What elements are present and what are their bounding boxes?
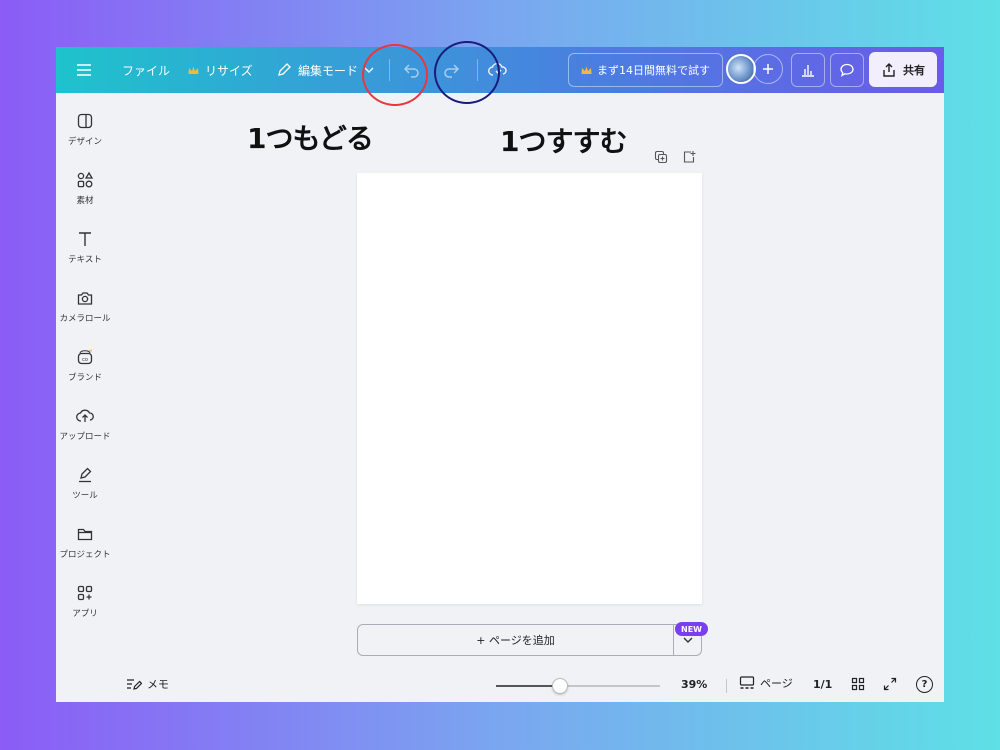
sidebar-item-text[interactable]: テキスト	[56, 230, 114, 280]
free-trial-button[interactable]: まず14日間無料で試す	[568, 53, 723, 87]
undo-annotation-text: 1つもどる	[247, 122, 374, 155]
text-icon	[79, 232, 91, 246]
svg-text:co: co	[82, 357, 88, 363]
page-actions	[654, 150, 696, 164]
bottom-toolbar: メモ 39% ページ 1/1 ?	[56, 672, 944, 700]
resize-label: リサイズ	[205, 63, 253, 78]
pages-button[interactable]: ページ	[739, 675, 793, 691]
notes-icon	[127, 679, 142, 690]
bar-chart-icon	[802, 65, 814, 77]
insights-button[interactable]	[791, 53, 825, 87]
redo-annotation-text: 1つすすむ	[500, 125, 627, 158]
zoom-level[interactable]: 39%	[681, 678, 707, 691]
edit-mode-button[interactable]: 編集モード	[276, 47, 374, 93]
sidebar-item-apps[interactable]: アプリ	[56, 584, 114, 634]
share-label: 共有	[903, 63, 925, 77]
sidebar-item-design[interactable]: デザイン	[56, 112, 114, 162]
crown-icon	[188, 66, 199, 74]
pages-label: ページ	[760, 677, 793, 690]
edit-mode-label: 編集モード	[298, 63, 359, 78]
menu-button[interactable]	[76, 47, 98, 93]
share-icon	[883, 62, 895, 77]
file-menu-button[interactable]: ファイル	[122, 47, 170, 93]
comments-button[interactable]	[830, 53, 864, 87]
design-icon	[77, 113, 93, 129]
sidebar-item-projects[interactable]: プロジェクト	[56, 525, 114, 575]
tools-icon	[79, 467, 92, 483]
sidebar-item-label: アプリ	[72, 609, 98, 619]
upload-icon	[76, 409, 94, 422]
bottom-divider	[726, 679, 727, 693]
expand-icon	[883, 677, 897, 691]
hamburger-icon	[77, 64, 91, 76]
undo-highlight-circle	[362, 44, 428, 106]
comment-icon	[840, 63, 854, 77]
add-collaborator-button[interactable]	[753, 54, 783, 84]
camera-icon	[77, 292, 93, 305]
grid-view-button[interactable]	[851, 677, 865, 694]
folder-icon	[77, 528, 93, 541]
zoom-slider-handle[interactable]	[551, 678, 568, 694]
sidebar-item-label: プロジェクト	[59, 550, 111, 560]
design-page[interactable]	[357, 173, 702, 604]
sidebar-item-tools[interactable]: ツール	[56, 466, 114, 516]
crown-icon	[581, 66, 592, 74]
sidebar: デザイン 素材 テキスト カメラロール co ブランド アップロード ツール プ	[56, 93, 114, 702]
new-badge: NEW	[675, 622, 708, 636]
sidebar-item-label: 素材	[76, 196, 94, 206]
zoom-slider-fill	[496, 685, 560, 687]
sidebar-item-label: ツール	[72, 491, 98, 501]
chevron-down-icon	[683, 637, 692, 643]
notes-label: メモ	[147, 678, 169, 691]
plus-icon	[763, 64, 773, 74]
sidebar-item-camera-roll[interactable]: カメラロール	[56, 289, 114, 339]
pages-icon	[739, 676, 755, 689]
elements-icon	[77, 171, 94, 188]
add-page-label: + ページを追加	[476, 634, 555, 647]
apps-icon	[77, 585, 93, 601]
fullscreen-button[interactable]	[883, 677, 897, 694]
free-trial-label: まず14日間無料で試す	[597, 64, 710, 77]
help-button[interactable]: ?	[916, 676, 933, 693]
grid-icon	[851, 677, 865, 691]
file-menu-label: ファイル	[122, 63, 171, 78]
duplicate-page-icon[interactable]	[654, 150, 668, 164]
notes-button[interactable]: メモ	[126, 676, 169, 692]
add-page-icon[interactable]	[682, 150, 696, 164]
sidebar-item-label: カメラロール	[59, 314, 111, 324]
pencil-icon	[278, 63, 291, 76]
sidebar-item-label: ブランド	[67, 373, 102, 383]
sidebar-item-upload[interactable]: アップロード	[56, 407, 114, 457]
sidebar-item-elements[interactable]: 素材	[56, 171, 114, 221]
brand-icon: co	[77, 349, 93, 365]
sidebar-item-brand[interactable]: co ブランド	[56, 348, 114, 398]
avatar[interactable]	[726, 54, 756, 84]
add-page-main[interactable]: + ページを追加	[358, 625, 673, 655]
page-counter: 1/1	[813, 678, 833, 691]
zoom-slider[interactable]	[496, 678, 660, 694]
sidebar-item-label: テキスト	[68, 255, 102, 265]
sidebar-item-label: デザイン	[67, 137, 102, 147]
share-button[interactable]: 共有	[869, 52, 937, 87]
top-toolbar: ファイル リサイズ 編集モード まず14日間無料で試す 共有	[56, 47, 944, 93]
add-page-button[interactable]: + ページを追加	[357, 624, 702, 656]
redo-highlight-circle	[434, 41, 500, 104]
sidebar-item-label: アップロード	[59, 432, 111, 442]
resize-button[interactable]: リサイズ	[188, 47, 253, 93]
